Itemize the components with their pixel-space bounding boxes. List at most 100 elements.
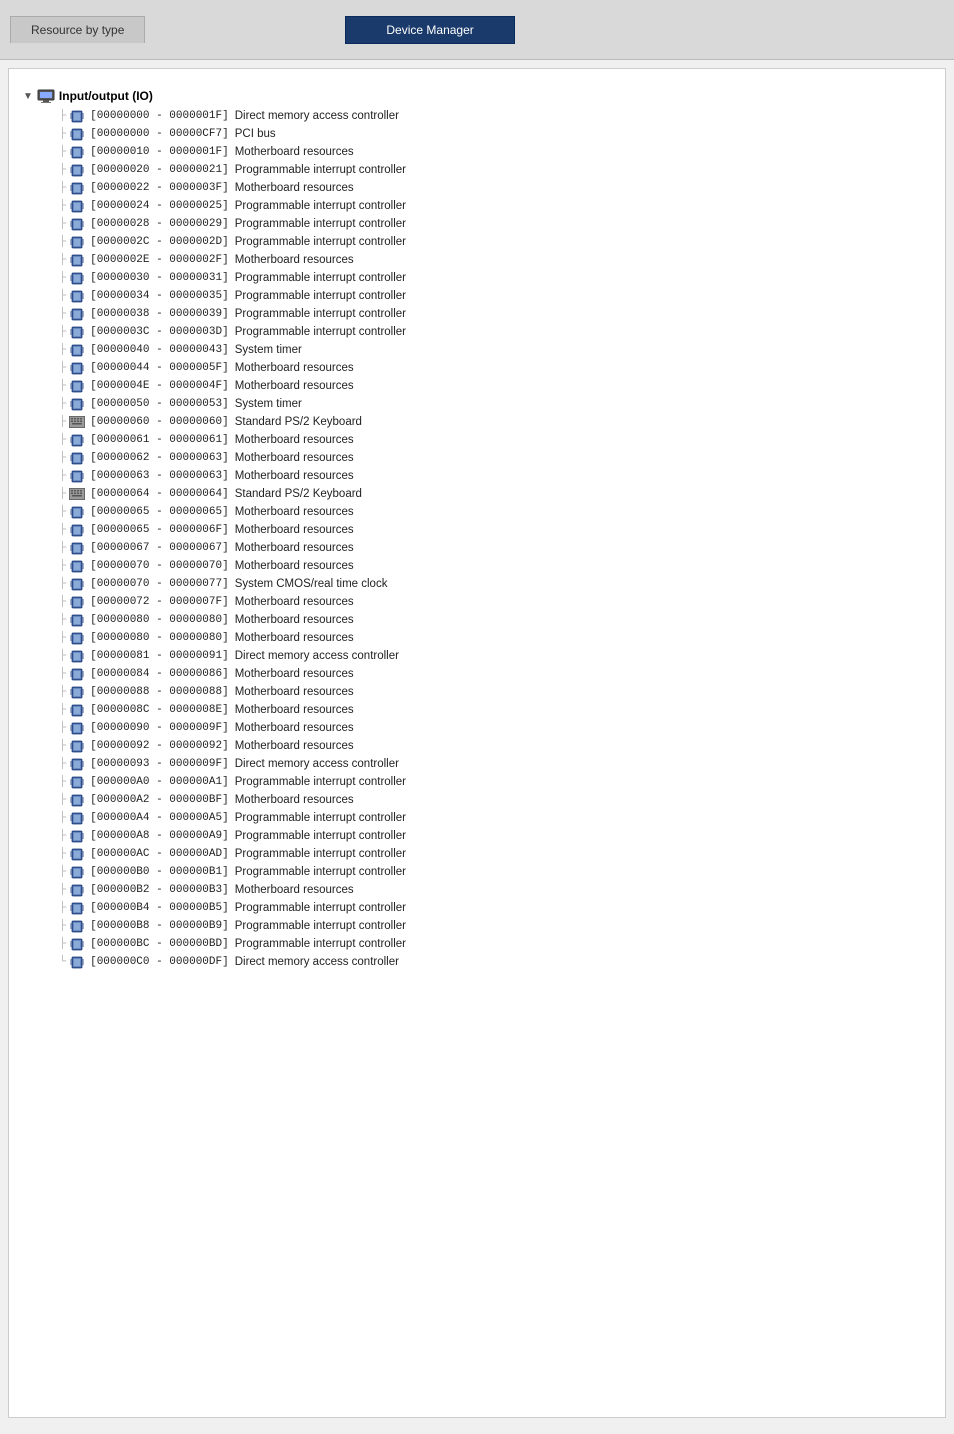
tab-resource-by-type[interactable]: Resource by type xyxy=(10,16,145,43)
item-description: Motherboard resources xyxy=(235,360,354,376)
tree-item[interactable]: ├ [00000065 - 00000065]Motherboard resou… xyxy=(23,503,931,521)
tree-item[interactable]: ├ [00000024 - 00000025]Programmable inte… xyxy=(23,197,931,215)
tree-item[interactable]: ├ [00000044 - 0000005F]Motherboard resou… xyxy=(23,359,931,377)
tree-item[interactable]: ├ [000000A2 - 000000BF]Motherboard resou… xyxy=(23,791,931,809)
tree-item[interactable]: ├ [000000A8 - 000000A9]Programmable inte… xyxy=(23,827,931,845)
tree-item[interactable]: ├ [00000020 - 00000021]Programmable inte… xyxy=(23,161,931,179)
tree-item[interactable]: ├ [000000A4 - 000000A5]Programmable inte… xyxy=(23,809,931,827)
tree-connector: ├ xyxy=(59,540,66,556)
chip-icon xyxy=(68,883,86,897)
tree-item[interactable]: ├ [00000010 - 0000001F]Motherboard resou… xyxy=(23,143,931,161)
tree-item[interactable]: ├ [0000003C - 0000003D]Programmable inte… xyxy=(23,323,931,341)
tree-item[interactable]: ├ [00000070 - 00000077]System CMOS/real … xyxy=(23,575,931,593)
tree-item[interactable]: └ [000000C0 - 000000DF]Direct memory acc… xyxy=(23,953,931,971)
tree-item[interactable]: ├ [00000080 - 00000080]Motherboard resou… xyxy=(23,629,931,647)
tree-connector: ├ xyxy=(59,720,66,736)
tree-item[interactable]: ├ [00000063 - 00000063]Motherboard resou… xyxy=(23,467,931,485)
tree-item[interactable]: ├ [00000093 - 0000009F]Direct memory acc… xyxy=(23,755,931,773)
tree-connector: ├ xyxy=(59,360,66,376)
tree-item[interactable]: ├ [000000B8 - 000000B9]Programmable inte… xyxy=(23,917,931,935)
tree-item[interactable]: ├ [00000065 - 0000006F]Motherboard resou… xyxy=(23,521,931,539)
tree-item[interactable]: ├ [00000040 - 00000043]System timer xyxy=(23,341,931,359)
tree-item[interactable]: ├ [00000034 - 00000035]Programmable inte… xyxy=(23,287,931,305)
chip-icon xyxy=(68,793,86,807)
item-address: [0000002C - 0000002D] xyxy=(90,234,229,250)
tree-item[interactable]: ├ [00000092 - 00000092]Motherboard resou… xyxy=(23,737,931,755)
item-address: [000000A4 - 000000A5] xyxy=(90,810,229,826)
item-address: [000000AC - 000000AD] xyxy=(90,846,229,862)
tree-root-io[interactable]: ▼ Input/output (IO) xyxy=(23,87,931,105)
tree-item[interactable]: ├ [00000022 - 0000003F]Motherboard resou… xyxy=(23,179,931,197)
tree-connector: ├ xyxy=(59,468,66,484)
tree-item[interactable]: ├ [00000064 - 00000064]Standard PS/2 Key… xyxy=(23,485,931,503)
tree-item[interactable]: ├ [00000030 - 00000031]Programmable inte… xyxy=(23,269,931,287)
tree-item[interactable]: ├ [00000084 - 00000086]Motherboard resou… xyxy=(23,665,931,683)
tree-item[interactable]: ├ [0000002E - 0000002F]Motherboard resou… xyxy=(23,251,931,269)
tree-item[interactable]: ├ [00000090 - 0000009F]Motherboard resou… xyxy=(23,719,931,737)
tree-item[interactable]: ├ [000000B2 - 000000B3]Motherboard resou… xyxy=(23,881,931,899)
item-address: [00000090 - 0000009F] xyxy=(90,720,229,736)
item-address: [00000064 - 00000064] xyxy=(90,486,229,502)
item-address: [0000004E - 0000004F] xyxy=(90,378,229,394)
tree-item[interactable]: ├ [00000072 - 0000007F]Motherboard resou… xyxy=(23,593,931,611)
chip-icon xyxy=(68,181,86,195)
tree-item[interactable]: ├ [00000070 - 00000070]Motherboard resou… xyxy=(23,557,931,575)
chip-icon xyxy=(68,271,86,285)
tree-item[interactable]: ├ [0000004E - 0000004F]Motherboard resou… xyxy=(23,377,931,395)
tree-container: ▼ Input/output (IO) ├ [00000000 - 00 xyxy=(19,79,935,979)
tree-connector: ├ xyxy=(59,414,66,430)
item-address: [00000093 - 0000009F] xyxy=(90,756,229,772)
chip-icon xyxy=(68,595,86,609)
tree-item[interactable]: ├ [0000008C - 0000008E]Motherboard resou… xyxy=(23,701,931,719)
item-description: Motherboard resources xyxy=(235,630,354,646)
tree-item[interactable]: ├ [00000081 - 00000091]Direct memory acc… xyxy=(23,647,931,665)
item-description: Motherboard resources xyxy=(235,468,354,484)
tree-item[interactable]: ├ [00000080 - 00000080]Motherboard resou… xyxy=(23,611,931,629)
item-address: [00000067 - 00000067] xyxy=(90,540,229,556)
tree-item[interactable]: ├ [00000038 - 00000039]Programmable inte… xyxy=(23,305,931,323)
item-description: Programmable interrupt controller xyxy=(235,288,406,304)
tree-connector: ├ xyxy=(59,342,66,358)
tree-connector: ├ xyxy=(59,216,66,232)
tree-connector: ├ xyxy=(59,108,66,124)
item-description: Motherboard resources xyxy=(235,666,354,682)
tree-item[interactable]: ├ [000000A0 - 000000A1]Programmable inte… xyxy=(23,773,931,791)
tree-item[interactable]: ├ [0000002C - 0000002D]Programmable inte… xyxy=(23,233,931,251)
tree-item[interactable]: ├ [00000067 - 00000067]Motherboard resou… xyxy=(23,539,931,557)
item-description: Programmable interrupt controller xyxy=(235,774,406,790)
tree-connector: ├ xyxy=(59,576,66,592)
tab-device-manager[interactable]: Device Manager xyxy=(345,16,514,44)
item-address: [00000092 - 00000092] xyxy=(90,738,229,754)
tree-item[interactable]: ├ [00000000 - 0000001F]Direct memory acc… xyxy=(23,107,931,125)
tree-item[interactable]: ├ [00000061 - 00000061]Motherboard resou… xyxy=(23,431,931,449)
tree-item[interactable]: ├ [00000062 - 00000063]Motherboard resou… xyxy=(23,449,931,467)
tree-connector: ├ xyxy=(59,738,66,754)
tree-connector: ├ xyxy=(59,288,66,304)
tree-item[interactable]: ├ [000000B4 - 000000B5]Programmable inte… xyxy=(23,899,931,917)
tree-item[interactable]: ├ [00000050 - 00000053]System timer xyxy=(23,395,931,413)
item-address: [0000002E - 0000002F] xyxy=(90,252,229,268)
item-description: Programmable interrupt controller xyxy=(235,306,406,322)
tree-connector: ├ xyxy=(59,684,66,700)
tree-item[interactable]: ├ [00000088 - 00000088]Motherboard resou… xyxy=(23,683,931,701)
tree-connector: ├ xyxy=(59,648,66,664)
tree-item[interactable]: ├ [000000B0 - 000000B1]Programmable inte… xyxy=(23,863,931,881)
item-description: Programmable interrupt controller xyxy=(235,216,406,232)
tree-connector: ├ xyxy=(59,792,66,808)
tree-item[interactable]: ├ [000000BC - 000000BD]Programmable inte… xyxy=(23,935,931,953)
tree-item[interactable]: ├ [00000000 - 00000CF7]PCI bus xyxy=(23,125,931,143)
chip-icon xyxy=(68,703,86,717)
tree-item[interactable]: ├ [000000AC - 000000AD]Programmable inte… xyxy=(23,845,931,863)
chip-icon xyxy=(68,865,86,879)
item-address: [00000061 - 00000061] xyxy=(90,432,229,448)
tree-connector: ├ xyxy=(59,306,66,322)
item-address: [00000088 - 00000088] xyxy=(90,684,229,700)
chip-icon xyxy=(68,145,86,159)
item-address: [00000070 - 00000077] xyxy=(90,576,229,592)
item-description: System timer xyxy=(235,396,302,412)
tree-item[interactable]: ├ [00000028 - 00000029]Programmable inte… xyxy=(23,215,931,233)
item-address: [00000081 - 00000091] xyxy=(90,648,229,664)
tree-item[interactable]: ├ [00000060 - 00000060]Standard PS/2 Key… xyxy=(23,413,931,431)
tree-items-container: ├ [00000000 - 0000001F]Direct memory acc… xyxy=(23,107,931,971)
collapse-arrow[interactable]: ▼ xyxy=(23,91,33,102)
